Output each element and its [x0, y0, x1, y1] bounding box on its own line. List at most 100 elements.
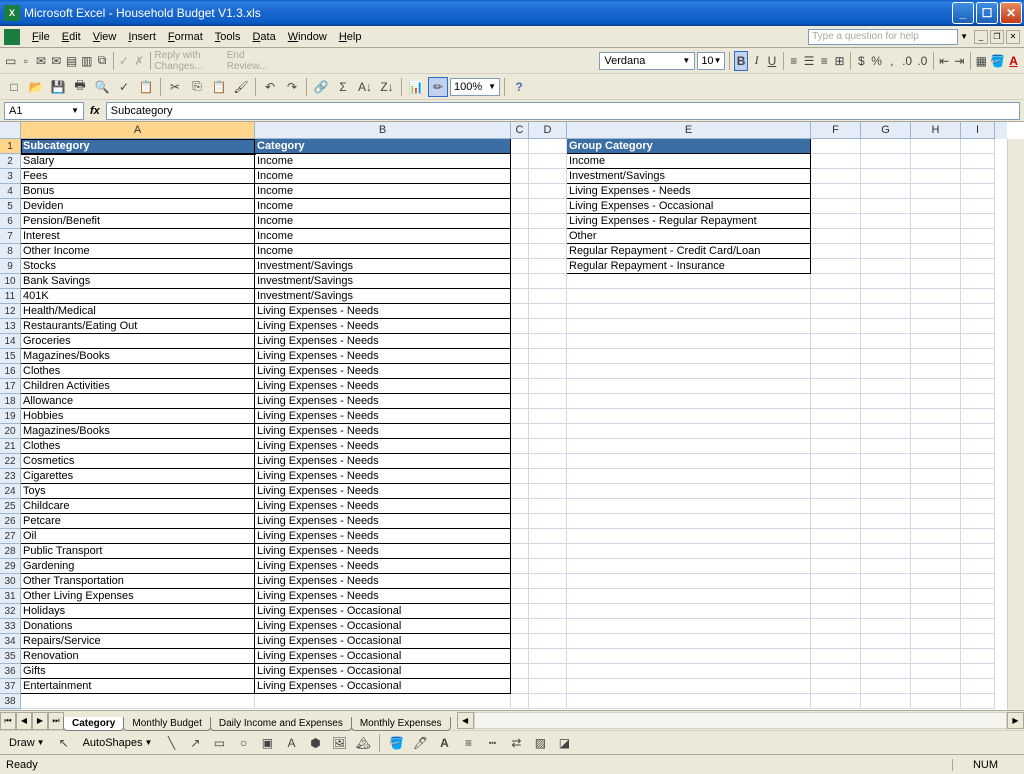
cell-G5[interactable] — [861, 199, 911, 214]
underline-button[interactable]: U — [765, 51, 778, 71]
doc-icon[interactable]: ▤ — [65, 51, 78, 71]
rectangle-icon[interactable]: ▭ — [209, 733, 229, 753]
cell-E2[interactable]: Income — [567, 154, 811, 169]
decrease-decimal-icon[interactable]: .0 — [916, 51, 929, 71]
select-all-corner[interactable] — [0, 122, 21, 139]
cell-E13[interactable] — [567, 319, 811, 334]
cell-I33[interactable] — [961, 619, 995, 634]
cell-H8[interactable] — [911, 244, 961, 259]
select-objects-icon[interactable]: ↖ — [54, 733, 74, 753]
doc2-icon[interactable]: ▥ — [80, 51, 93, 71]
row-header-4[interactable]: 4 — [0, 184, 21, 199]
fx-icon[interactable]: fx — [90, 105, 100, 117]
cell-D10[interactable] — [529, 274, 567, 289]
cell-G30[interactable] — [861, 574, 911, 589]
cell-C1[interactable] — [511, 139, 529, 154]
cell-I25[interactable] — [961, 499, 995, 514]
cell-I4[interactable] — [961, 184, 995, 199]
row-header-28[interactable]: 28 — [0, 544, 21, 559]
print-preview-icon[interactable]: 🔍 — [92, 77, 112, 97]
cell-F7[interactable] — [811, 229, 861, 244]
line-color-icon[interactable]: 🖊 — [410, 733, 430, 753]
cell-B12[interactable]: Living Expenses - Needs — [255, 304, 511, 319]
cell-C37[interactable] — [511, 679, 529, 694]
cell-B4[interactable]: Income — [255, 184, 511, 199]
shadow-icon[interactable]: ▨ — [530, 733, 550, 753]
cell-B1[interactable]: Category — [255, 139, 511, 154]
cell-F27[interactable] — [811, 529, 861, 544]
cell-F23[interactable] — [811, 469, 861, 484]
cell-G36[interactable] — [861, 664, 911, 679]
cell-E29[interactable] — [567, 559, 811, 574]
percent-icon[interactable]: % — [870, 51, 883, 71]
row-header-18[interactable]: 18 — [0, 394, 21, 409]
cell-A28[interactable]: Public Transport — [21, 544, 255, 559]
cell-E6[interactable]: Living Expenses - Regular Repayment — [567, 214, 811, 229]
row-header-19[interactable]: 19 — [0, 409, 21, 424]
save-icon[interactable]: 💾 — [48, 77, 68, 97]
cell-I3[interactable] — [961, 169, 995, 184]
cell-H4[interactable] — [911, 184, 961, 199]
oval-icon[interactable]: ○ — [233, 733, 253, 753]
cell-E38[interactable] — [567, 694, 811, 709]
cell-H10[interactable] — [911, 274, 961, 289]
cell-E14[interactable] — [567, 334, 811, 349]
cell-F17[interactable] — [811, 379, 861, 394]
open-icon[interactable]: 📂 — [26, 77, 46, 97]
row-header-37[interactable]: 37 — [0, 679, 21, 694]
row-header-21[interactable]: 21 — [0, 439, 21, 454]
cell-D21[interactable] — [529, 439, 567, 454]
cell-A29[interactable]: Gardening — [21, 559, 255, 574]
mdi-minimize[interactable]: _ — [974, 30, 988, 44]
row-header-31[interactable]: 31 — [0, 589, 21, 604]
new-file-icon[interactable]: □ — [4, 77, 24, 97]
cell-I37[interactable] — [961, 679, 995, 694]
cell-D35[interactable] — [529, 649, 567, 664]
cell-I8[interactable] — [961, 244, 995, 259]
cell-A33[interactable]: Donations — [21, 619, 255, 634]
cell-A6[interactable]: Pension/Benefit — [21, 214, 255, 229]
sort-asc-icon[interactable]: A↓ — [355, 77, 375, 97]
cell-I34[interactable] — [961, 634, 995, 649]
cell-D14[interactable] — [529, 334, 567, 349]
cell-D13[interactable] — [529, 319, 567, 334]
cell-A19[interactable]: Hobbies — [21, 409, 255, 424]
cell-A18[interactable]: Allowance — [21, 394, 255, 409]
row-header-30[interactable]: 30 — [0, 574, 21, 589]
cell-B18[interactable]: Living Expenses - Needs — [255, 394, 511, 409]
cell-G21[interactable] — [861, 439, 911, 454]
cell-D17[interactable] — [529, 379, 567, 394]
col-header-E[interactable]: E — [567, 122, 811, 139]
cell-C5[interactable] — [511, 199, 529, 214]
cell-A13[interactable]: Restaurants/Eating Out — [21, 319, 255, 334]
font-size-selector[interactable]: 10▼ — [697, 52, 725, 70]
cell-H20[interactable] — [911, 424, 961, 439]
chart-wizard-icon[interactable]: 📊 — [406, 77, 426, 97]
group-icon[interactable]: ⧉ — [95, 51, 108, 71]
end-review-button[interactable]: End Review... — [227, 50, 268, 72]
cell-H6[interactable] — [911, 214, 961, 229]
cell-H13[interactable] — [911, 319, 961, 334]
cell-B20[interactable]: Living Expenses - Needs — [255, 424, 511, 439]
cell-H38[interactable] — [911, 694, 961, 709]
cell-E26[interactable] — [567, 514, 811, 529]
cell-D26[interactable] — [529, 514, 567, 529]
cell-F32[interactable] — [811, 604, 861, 619]
cell-A20[interactable]: Magazines/Books — [21, 424, 255, 439]
row-header-13[interactable]: 13 — [0, 319, 21, 334]
cell-G16[interactable] — [861, 364, 911, 379]
cell-G35[interactable] — [861, 649, 911, 664]
cell-I12[interactable] — [961, 304, 995, 319]
tab-prev-button[interactable]: ◀ — [16, 712, 32, 730]
cell-I19[interactable] — [961, 409, 995, 424]
cell-E27[interactable] — [567, 529, 811, 544]
copy-icon[interactable]: ⎘ — [187, 77, 207, 97]
cell-F2[interactable] — [811, 154, 861, 169]
sheet-tab-category[interactable]: Category — [63, 717, 124, 731]
row-header-36[interactable]: 36 — [0, 664, 21, 679]
cell-H27[interactable] — [911, 529, 961, 544]
cell-C30[interactable] — [511, 574, 529, 589]
cell-C24[interactable] — [511, 484, 529, 499]
row-header-27[interactable]: 27 — [0, 529, 21, 544]
cell-G14[interactable] — [861, 334, 911, 349]
